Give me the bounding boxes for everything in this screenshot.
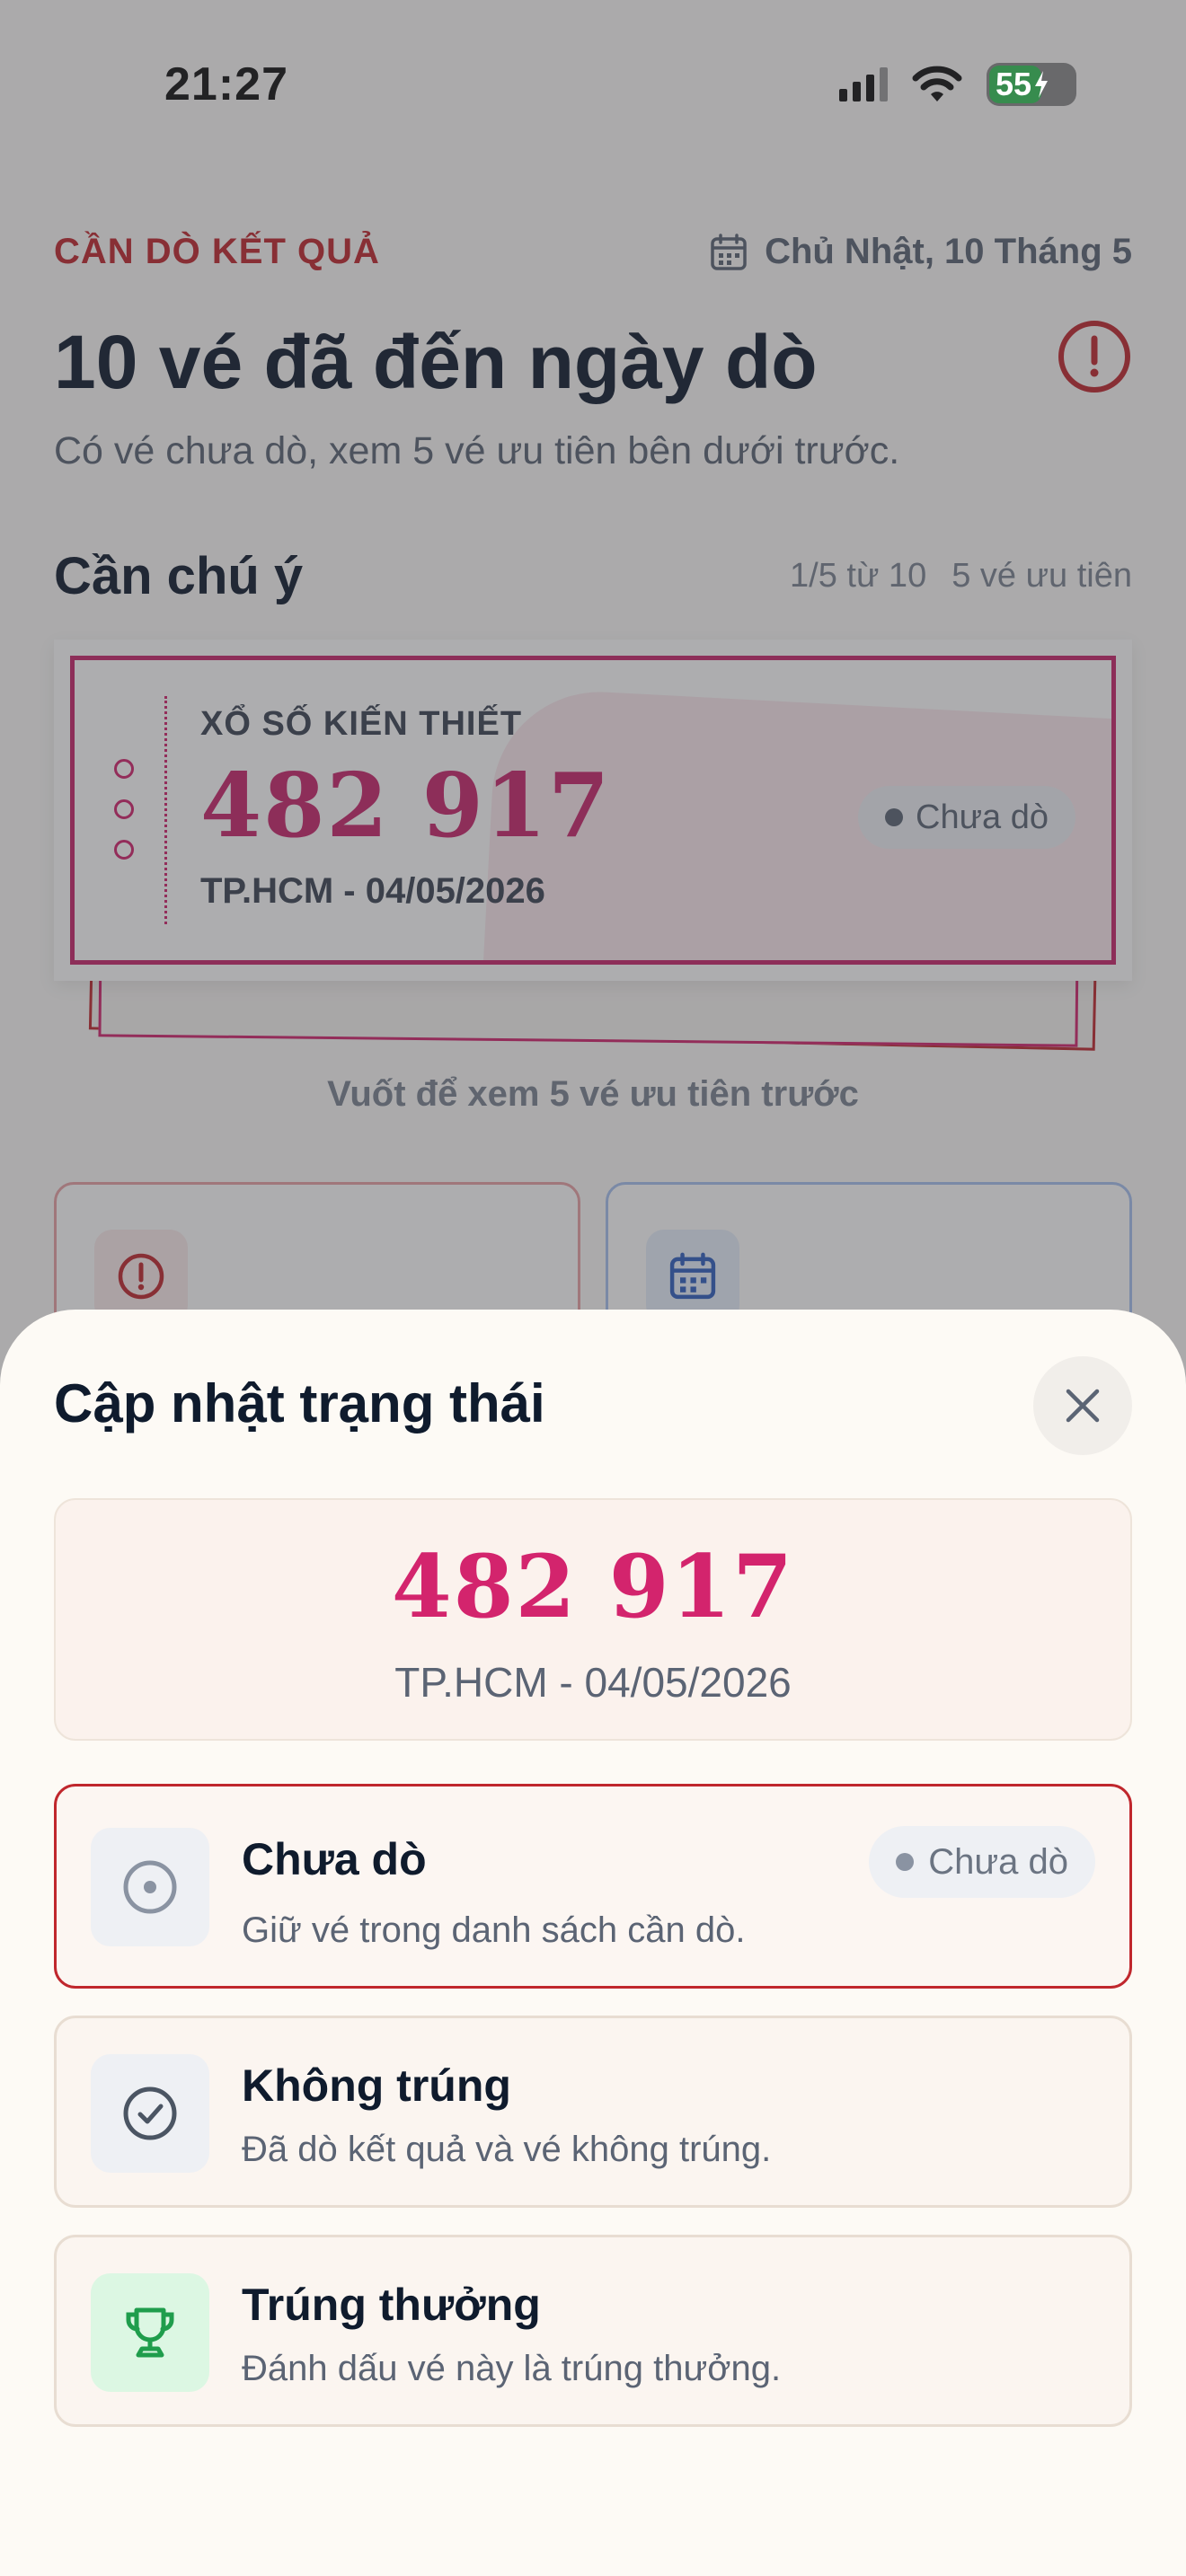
option-title: Chưa dò [242, 1834, 427, 1884]
option-description: Giữ vé trong danh sách cần dò. [242, 1910, 746, 1950]
option-description: Đánh dấu vé này là trúng thưởng. [242, 2349, 782, 2388]
ticket-preview: 482 917 TP.HCM - 04/05/2026 [54, 1498, 1132, 1741]
option-title: Trúng thưởng [242, 2280, 541, 2330]
screen: 21:27 55 CẦN DÒ KẾT QUẢ Chủ Nhật, 10 Thá… [0, 0, 1186, 2576]
battery-level: 55 [996, 66, 1032, 102]
close-icon [1066, 1389, 1100, 1423]
close-button[interactable] [1033, 1356, 1132, 1455]
option-won[interactable]: Trúng thưởng Đánh dấu vé này là trúng th… [54, 2235, 1132, 2427]
option-description: Đã dò kết quả và vé không trúng. [242, 2130, 772, 2169]
status-update-sheet: Cập nhật trạng thái 482 917 TP.HCM - 04/… [0, 1310, 1186, 2576]
sheet-title: Cập nhật trạng thái [54, 1373, 545, 1434]
check-circle-icon [91, 2054, 209, 2173]
radio-dot-icon [91, 1828, 209, 1946]
option-not-won[interactable]: Không trúng Đã dò kết quả và vé không tr… [54, 2016, 1132, 2208]
status-badge-label: Chưa dò [928, 1841, 1068, 1882]
option-title: Không trúng [242, 2060, 511, 2111]
preview-ticket-number: 482 917 [391, 1536, 795, 1637]
status-badge: Chưa dò [869, 1826, 1095, 1898]
status-dot [896, 1853, 915, 1871]
option-unchecked[interactable]: Chưa dò Giữ vé trong danh sách cần dò. C… [54, 1784, 1132, 1989]
trophy-icon [91, 2273, 209, 2392]
preview-ticket-sub: TP.HCM - 04/05/2026 [394, 1659, 792, 1706]
